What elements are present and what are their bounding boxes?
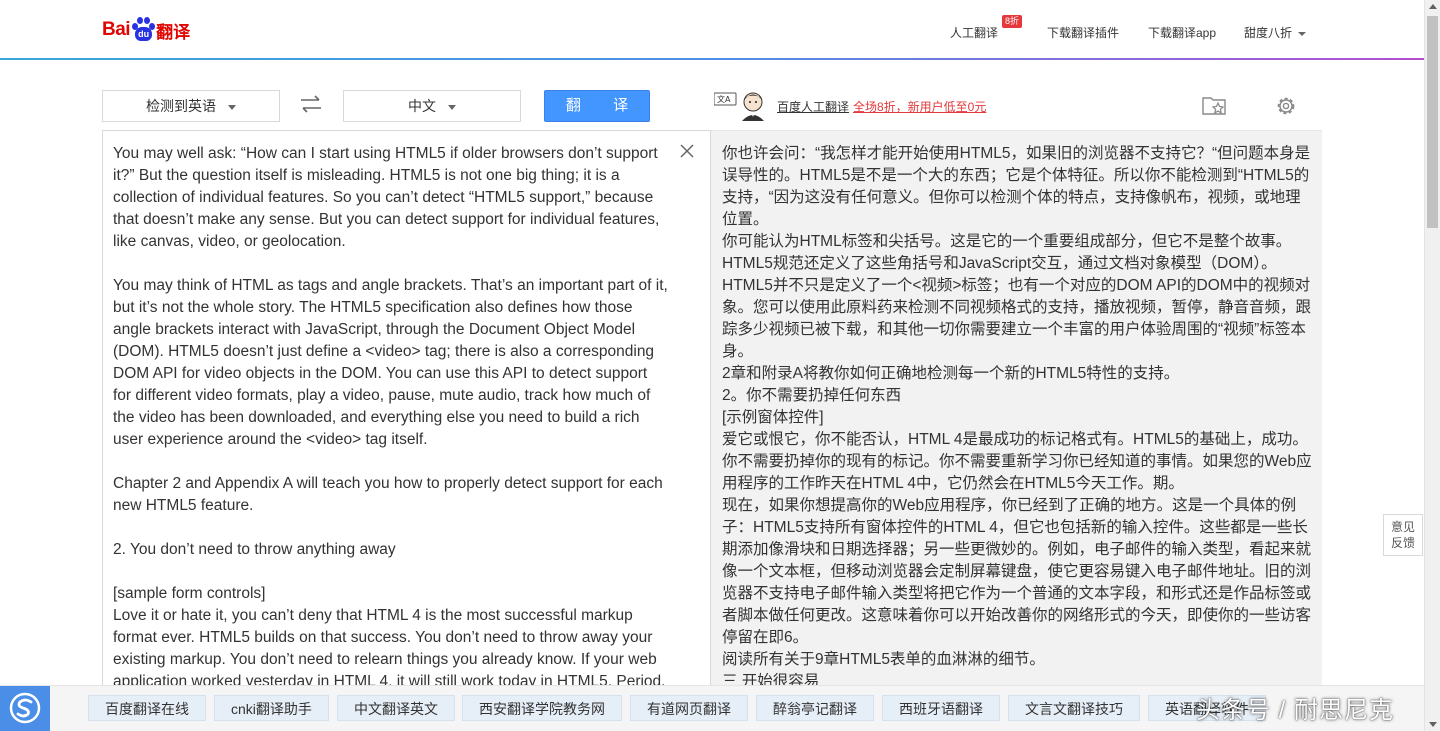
feedback-button[interactable]: 意见 反馈	[1383, 514, 1423, 556]
related-tag[interactable]: 文言文翻译技巧	[1008, 695, 1140, 721]
source-language-select[interactable]: 检测到英语	[102, 90, 280, 122]
translation-output-panel: 你也许会问：“我怎样才能开始使用HTML5，如果旧的浏览器不支持它？“但问题本身…	[711, 130, 1322, 686]
human-translate-link[interactable]: 百度人工翻译	[777, 98, 849, 115]
scroll-down-arrow-icon[interactable]	[1429, 722, 1437, 727]
scroll-thumb[interactable]	[1427, 16, 1438, 228]
related-tag[interactable]: 百度翻译在线	[88, 695, 206, 721]
human-translator-avatar-icon: 文A	[714, 92, 764, 121]
target-language-label: 中文	[408, 98, 436, 114]
related-tag[interactable]: 有道网页翻译	[630, 695, 748, 721]
translate-button[interactable]: 翻 译	[544, 90, 650, 122]
feedback-label-line2: 反馈	[1390, 536, 1415, 550]
chevron-down-icon	[1298, 31, 1307, 36]
target-language-select[interactable]: 中文	[343, 90, 521, 122]
logo-du-text: du	[135, 27, 153, 41]
related-tag[interactable]: 中文翻译英文	[337, 695, 455, 721]
page-scrollbar[interactable]	[1424, 0, 1440, 731]
source-textarea[interactable]: You may well ask: “How can I start using…	[113, 143, 669, 686]
translation-output-text: 你也许会问：“我怎样才能开始使用HTML5，如果旧的浏览器不支持它？“但问题本身…	[722, 145, 1312, 686]
source-text-panel[interactable]: You may well ask: “How can I start using…	[102, 130, 711, 686]
header-gradient-divider	[0, 58, 1424, 60]
nav-discount-label: 甜度八折	[1244, 26, 1293, 40]
settings-gear-icon[interactable]	[1274, 94, 1298, 118]
related-tag[interactable]: 西班牙语翻译	[882, 695, 1000, 721]
favorites-star-icon[interactable]	[1200, 94, 1228, 118]
clear-source-close-icon[interactable]	[679, 143, 695, 159]
nav-human-translate[interactable]: 人工翻译	[950, 24, 998, 41]
sogou-s-icon	[9, 692, 41, 724]
logo-product-text: 翻译	[156, 22, 191, 42]
source-language-label: 检测到英语	[146, 98, 216, 114]
baidu-translate-logo[interactable]: Bai du 翻译	[102, 14, 190, 46]
related-tag[interactable]: cnki翻译助手	[214, 695, 329, 721]
top-header: Bai du 翻译 人工翻译 8折 下载翻译插件 下载翻译app 甜度八折	[0, 0, 1424, 60]
swap-languages-icon[interactable]	[299, 94, 323, 114]
chevron-down-icon	[228, 104, 236, 110]
human-translate-promo-link[interactable]: 全场8折，新用户低至0元	[853, 98, 986, 115]
scroll-up-arrow-icon[interactable]	[1429, 4, 1437, 9]
chevron-down-icon	[448, 104, 456, 110]
logo-bai-text: Bai	[102, 19, 131, 40]
paw-icon: du	[131, 17, 156, 43]
human-translate-badge: 8折	[1002, 15, 1023, 28]
svg-text:文A: 文A	[717, 94, 731, 104]
related-tag[interactable]: 西安翻译学院教务网	[462, 695, 622, 721]
related-tag[interactable]: 醉翁亭记翻译	[756, 695, 874, 721]
nav-download-app[interactable]: 下载翻译app	[1148, 24, 1216, 41]
feedback-label-line1: 意见	[1390, 520, 1415, 534]
nav-download-plugin[interactable]: 下载翻译插件	[1047, 24, 1119, 41]
sogou-input-button[interactable]	[0, 686, 50, 731]
watermark-text: 头条号 / 耐思尼克	[1196, 697, 1395, 724]
nav-discount-menu[interactable]: 甜度八折	[1244, 24, 1307, 41]
